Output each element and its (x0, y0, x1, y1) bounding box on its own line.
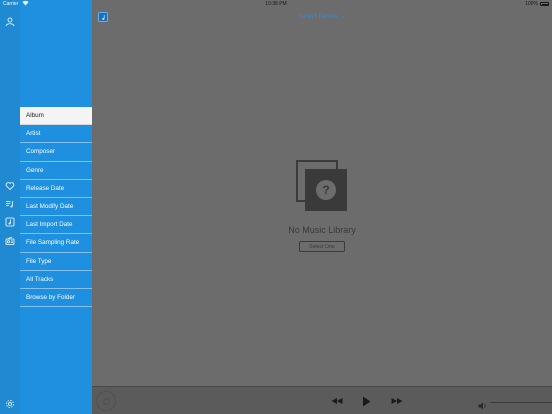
category-all-tracks[interactable]: All Tracks (20, 271, 92, 289)
player-bar (92, 386, 552, 414)
playlist-icon[interactable] (4, 198, 16, 210)
category-browse-by-folder[interactable]: Browse by Folder (20, 289, 92, 308)
category-release-date[interactable]: Release Date (20, 180, 92, 198)
empty-state-title: No Music Library (288, 225, 356, 235)
battery-percent: 100% (525, 1, 538, 7)
category-last-modify-date[interactable]: Last Modify Date (20, 198, 92, 217)
top-bar: Select Device ⌄ (92, 9, 552, 25)
category-artist[interactable]: Artist (20, 125, 92, 144)
heart-icon[interactable] (4, 180, 16, 192)
category-file-sampling-rate[interactable]: File Sampling Rate (20, 234, 92, 253)
volume-icon[interactable] (478, 397, 487, 414)
select-device-label: Select Device (298, 13, 339, 20)
question-mark-icon: ? (316, 180, 336, 200)
category-last-import-date[interactable]: Last Import Date (20, 216, 92, 235)
clock: 10:38 PM (265, 1, 287, 7)
battery-icon (540, 2, 549, 6)
category-panel: Album Artist Composer Genre Release Date… (20, 0, 92, 414)
chevron-down-icon: ⌄ (340, 14, 346, 20)
music-library-icon[interactable] (4, 216, 16, 228)
status-bar: Carrier 10:38 PM 100% (0, 0, 552, 9)
fast-forward-icon[interactable] (390, 395, 404, 407)
select-device-dropdown[interactable]: Select Device ⌄ (92, 9, 552, 25)
volume-slider[interactable] (490, 402, 552, 403)
radio-icon[interactable] (4, 235, 16, 247)
select-one-button[interactable]: Select One (299, 241, 345, 252)
no-library-icon: ? (296, 160, 348, 212)
icon-rail (0, 0, 20, 414)
category-file-type[interactable]: File Type (20, 253, 92, 271)
play-icon[interactable] (360, 395, 372, 407)
user-icon[interactable] (4, 16, 16, 28)
gear-icon[interactable] (4, 398, 16, 410)
empty-state: ? No Music Library Select One (92, 160, 552, 253)
main-content: Select Device ⌄ ? No Music Library Selec… (92, 0, 552, 386)
rewind-icon[interactable] (330, 395, 344, 407)
category-composer[interactable]: Composer (20, 143, 92, 162)
now-playing-artwork[interactable] (96, 391, 116, 411)
category-album[interactable]: Album (20, 107, 92, 126)
album-stack-front: ? (305, 169, 347, 211)
category-list: Album Artist Composer Genre Release Date… (20, 107, 92, 308)
category-genre[interactable]: Genre (20, 162, 92, 180)
